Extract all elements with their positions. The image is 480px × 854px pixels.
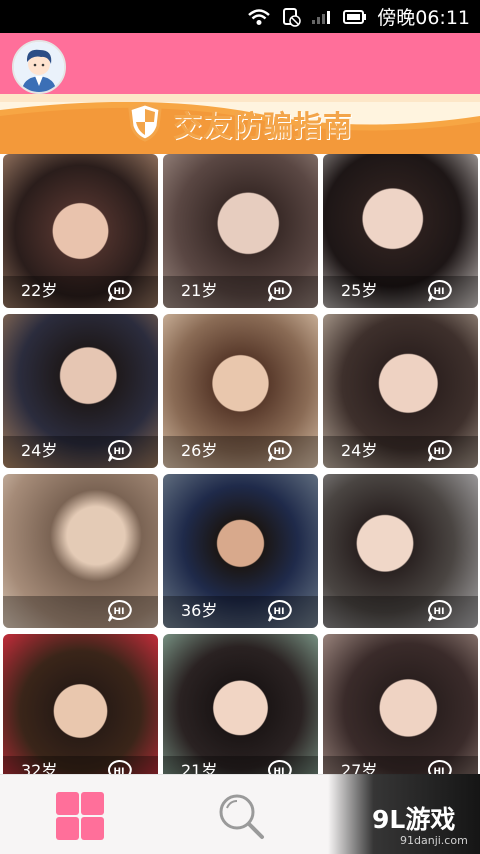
profile-age: 24岁 (341, 441, 378, 460)
hi-label: HI (434, 607, 445, 617)
profile-card[interactable]: 25岁 HI (323, 154, 478, 308)
profile-card[interactable]: 26岁 HI (163, 314, 318, 468)
profile-age: 25岁 (341, 281, 378, 300)
hi-label: HI (274, 287, 285, 297)
hi-label: HI (114, 767, 125, 774)
profile-card[interactable]: 22岁 HI (3, 154, 158, 308)
profile-age: 27岁 (341, 761, 378, 774)
grid-icon[interactable] (55, 791, 105, 841)
profile-card[interactable]: 21岁 HI (163, 634, 318, 774)
profile-card[interactable]: 32岁 HI (3, 634, 158, 774)
watermark-url: 91danji.com (400, 834, 468, 847)
profile-photo (3, 634, 158, 774)
profile-card[interactable]: 21岁 HI (163, 154, 318, 308)
hi-bubble-icon[interactable]: HI (426, 760, 452, 774)
profile-age: 36岁 (181, 601, 218, 620)
hi-label: HI (434, 767, 445, 774)
profile-age: 24岁 (21, 441, 58, 460)
profile-card[interactable]: 27岁 HI (323, 634, 478, 774)
hi-bubble-icon[interactable]: HI (106, 600, 132, 622)
status-bar: 傍晚06:11 (0, 0, 480, 33)
hi-bubble-icon[interactable]: HI (106, 760, 132, 774)
wifi-icon (247, 8, 271, 26)
hi-bubble-icon[interactable]: HI (426, 600, 452, 622)
hi-label: HI (274, 447, 285, 457)
profile-age: 21岁 (181, 761, 218, 774)
hi-label: HI (114, 607, 125, 617)
profile-age: 22岁 (21, 281, 58, 300)
profile-grid: 22岁 HI 21岁 HI 25岁 HI 24岁 HI 26岁 HI 24岁 H… (0, 154, 480, 774)
hi-bubble-icon[interactable]: HI (266, 600, 292, 622)
hi-label: HI (274, 607, 285, 617)
profile-card[interactable]: 24岁 HI (323, 314, 478, 468)
hi-bubble-icon[interactable]: HI (266, 440, 292, 462)
shield-icon (127, 101, 163, 147)
app-header (0, 33, 480, 94)
profile-card[interactable]: HI (3, 474, 158, 628)
battery-icon (343, 9, 367, 25)
status-time: 傍晚06:11 (377, 7, 470, 29)
anti-fraud-banner[interactable]: 交友防骗指南 (0, 94, 480, 154)
profile-card[interactable]: 24岁 HI (3, 314, 158, 468)
search-icon[interactable] (216, 791, 266, 841)
hi-label: HI (114, 447, 125, 457)
signal-icon (311, 9, 333, 25)
hi-bubble-icon[interactable]: HI (106, 280, 132, 302)
avatar[interactable] (12, 40, 66, 94)
watermark-logo: 9L游戏 (372, 805, 456, 834)
sim-blocked-icon (281, 7, 301, 27)
hi-label: HI (434, 287, 445, 297)
profile-card[interactable]: HI (323, 474, 478, 628)
profile-age: 26岁 (181, 441, 218, 460)
profile-card[interactable]: 36岁 HI (163, 474, 318, 628)
profile-overlay (323, 596, 478, 628)
hi-label: HI (274, 767, 285, 774)
hi-bubble-icon[interactable]: HI (106, 440, 132, 462)
profile-photo (163, 634, 318, 774)
hi-bubble-icon[interactable]: HI (426, 440, 452, 462)
profile-overlay (3, 596, 158, 628)
profile-photo (323, 634, 478, 774)
profile-age: 21岁 (181, 281, 218, 300)
hi-bubble-icon[interactable]: HI (266, 280, 292, 302)
hi-bubble-icon[interactable]: HI (426, 280, 452, 302)
profile-age: 32岁 (21, 761, 58, 774)
banner-title: 交友防骗指南 (172, 109, 353, 143)
avatar-icon (14, 42, 64, 92)
hi-label: HI (434, 447, 445, 457)
hi-bubble-icon[interactable]: HI (266, 760, 292, 774)
hi-label: HI (114, 287, 125, 297)
